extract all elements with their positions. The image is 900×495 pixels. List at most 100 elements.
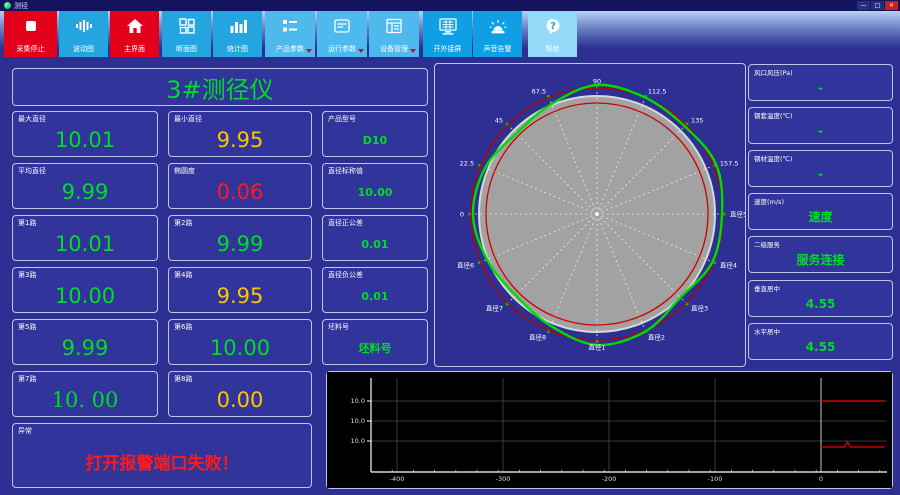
value-box-channel-6: 第6路 10.00 xyxy=(168,319,312,365)
status-box-value: - xyxy=(818,166,823,181)
value-box-label: 第7路 xyxy=(18,375,37,383)
siren-icon xyxy=(489,20,506,34)
value-box-value: 10. 00 xyxy=(51,388,119,412)
value-box-label: 直径标称值 xyxy=(328,167,363,175)
value-box-value: 坯料号 xyxy=(358,342,392,355)
toolbar-button-label: 帮助 xyxy=(545,45,560,53)
value-box-label: 第8路 xyxy=(174,375,193,383)
status-box-value: 4.55 xyxy=(805,339,836,354)
toolbar-button-help[interactable]: ? 帮助 xyxy=(528,11,577,57)
value-box-label: 直径正公差 xyxy=(328,219,363,227)
toolbar-button-main-screen[interactable]: 主界面 xyxy=(110,11,159,57)
value-box-label: 第5路 xyxy=(18,323,37,331)
dropdown-arrow-icon xyxy=(410,49,416,53)
status-box-value: 速度 xyxy=(808,210,833,224)
list-icon xyxy=(283,20,297,32)
value-box-label: 第2路 xyxy=(174,219,193,227)
value-box-value: D10 xyxy=(362,133,388,147)
toolbar-button-sound-alarm[interactable]: 声音告警 xyxy=(473,11,522,57)
panels-icon xyxy=(178,18,195,34)
svg-text:135: 135 xyxy=(691,117,703,125)
toolbar-button-external-screen[interactable]: 开外接屏 xyxy=(423,11,472,57)
window-title: 测径 xyxy=(14,2,28,10)
minimize-button[interactable]: — xyxy=(857,1,870,10)
dropdown-arrow-icon xyxy=(306,49,312,53)
svg-text:-400: -400 xyxy=(390,475,405,483)
app-icon xyxy=(4,2,11,9)
value-box-label: 第1路 xyxy=(18,219,37,227)
device-icon xyxy=(386,18,402,34)
value-box-label: 第3路 xyxy=(18,271,37,279)
toolbar-button-section-chart[interactable]: 断面图 xyxy=(162,11,211,57)
gauge-title-box: 3#测径仪 xyxy=(12,68,428,106)
value-box-channel-3: 第3路 10.00 xyxy=(12,267,158,313)
svg-text:直径1: 直径1 xyxy=(588,343,605,352)
value-box-minus-tolerance: 直径负公差 0.01 xyxy=(322,267,428,313)
value-box-billet-no: 坯料号 坯料号 xyxy=(322,319,428,365)
value-box-ovality: 椭圆度 0.06 xyxy=(168,163,312,209)
value-box-channel-8: 第8路 0.00 xyxy=(168,371,312,417)
status-box-speed: 速度(m/s) 速度 xyxy=(748,193,893,230)
svg-text:直径5: 直径5 xyxy=(730,210,745,219)
value-box-plus-tolerance: 直径正公差 0.01 xyxy=(322,215,428,261)
value-box-label: 坯料号 xyxy=(328,323,349,331)
gauge-title: 3#测径仪 xyxy=(166,75,274,104)
maximize-button[interactable]: □ xyxy=(871,1,884,10)
value-box-value: 10.00 xyxy=(54,284,116,308)
status-box-vertical-center: 垂直居中 4.55 xyxy=(748,280,893,317)
waveform-icon xyxy=(75,20,92,32)
value-box-channel-2: 第2路 9.99 xyxy=(168,215,312,261)
value-box-value: 9.99 xyxy=(61,336,109,360)
value-box-value: 打开报警端口失败！ xyxy=(85,454,239,474)
stop-icon xyxy=(25,21,36,31)
value-box-value: 10.00 xyxy=(209,336,271,360)
toolbar-button-wave-chart[interactable]: 波动图 xyxy=(59,11,108,57)
toolbar-button-stats-chart[interactable]: 统计图 xyxy=(213,11,262,57)
dropdown-arrow-icon xyxy=(358,49,364,53)
value-box-label: 产品型号 xyxy=(328,115,356,123)
toolbar-button-label: 主界面 xyxy=(124,45,145,53)
value-box-label: 最大直径 xyxy=(18,115,46,123)
status-box-sleeve-temp: 钢套温度(℃) - xyxy=(748,107,893,144)
value-box-channel-7: 第7路 10. 00 xyxy=(12,371,158,417)
svg-text:10.0: 10.0 xyxy=(351,417,365,425)
svg-text:直径2: 直径2 xyxy=(648,332,665,341)
svg-text:直径7: 直径7 xyxy=(486,304,503,313)
value-box-avg-diameter: 平均直径 9.99 xyxy=(12,163,158,209)
value-box-value: 0.06 xyxy=(216,180,264,204)
toolbar: 采集停止 波动图 主界面 断面图 统计图 产品参数 运行参数 设备管理开外接屏 声音告警? 帮助 xyxy=(0,11,900,57)
svg-text:90: 90 xyxy=(593,78,601,86)
home-icon xyxy=(126,19,143,33)
toolbar-button-device-manage[interactable]: 设备管理 xyxy=(369,11,419,57)
toolbar-button-label: 开外接屏 xyxy=(433,45,462,53)
svg-text:直径6: 直径6 xyxy=(457,260,474,269)
value-box-label: 最小直径 xyxy=(174,115,202,123)
value-box-value: 10.00 xyxy=(357,185,393,199)
toolbar-button-stop-capture[interactable]: 采集停止 xyxy=(4,11,57,57)
svg-text:直径3: 直径3 xyxy=(691,304,708,313)
status-box-level2-service: 二级服务 服务连接 xyxy=(748,236,893,273)
barchart-icon xyxy=(230,20,247,33)
value-box-label: 异常 xyxy=(18,427,32,435)
value-box-channel-5: 第5路 9.99 xyxy=(12,319,158,365)
toolbar-button-product-params[interactable]: 产品参数 xyxy=(265,11,315,57)
card-icon xyxy=(334,19,350,33)
toolbar-button-run-params[interactable]: 运行参数 xyxy=(317,11,367,57)
status-box-air-pressure: 风口风压(Pa) - xyxy=(748,64,893,101)
svg-text:157.5: 157.5 xyxy=(720,160,739,168)
svg-text:0: 0 xyxy=(460,211,464,219)
status-box-value: 服务连接 xyxy=(796,253,845,267)
svg-text:0: 0 xyxy=(819,475,823,483)
question-icon: ? xyxy=(546,19,559,35)
svg-text:?: ? xyxy=(550,21,556,32)
status-box-value: - xyxy=(818,80,823,95)
polar-chart: 0 22.5 45 67.5 90 112.5 135 157.5 直径5 直径4 直径3 直径2 直径… xyxy=(435,64,747,370)
trend-chart-panel: 10.0 10.0 10.0 -400 -300 -200 -100 0 xyxy=(326,371,893,489)
toolbar-button-label: 断面图 xyxy=(176,45,197,53)
status-box-value: 4.55 xyxy=(805,296,836,311)
value-box-value: 0.00 xyxy=(216,388,264,412)
close-button[interactable]: ✕ xyxy=(885,1,898,10)
svg-text:10.0: 10.0 xyxy=(351,437,365,445)
status-box-horizontal-center: 水平居中 4.55 xyxy=(748,323,893,360)
svg-text:112.5: 112.5 xyxy=(648,88,667,96)
